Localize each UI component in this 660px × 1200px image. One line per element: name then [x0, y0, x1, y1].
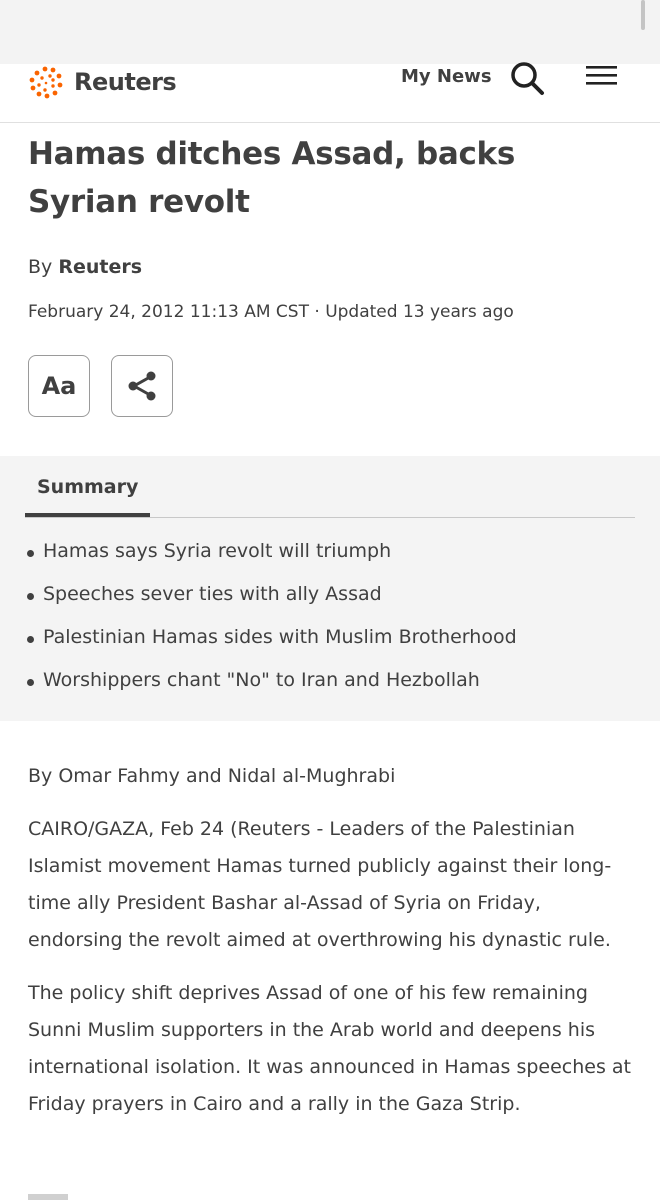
byline-author-link[interactable]: Reuters [58, 256, 142, 278]
brand-name: Reuters [74, 68, 177, 96]
summary-item-text: Speeches sever ties with ally Assad [43, 583, 382, 605]
summary-panel: Summary Hamas says Syria revolt will tri… [0, 456, 660, 721]
tab-summary[interactable]: Summary [37, 476, 138, 498]
summary-item: Speeches sever ties with ally Assad [0, 583, 517, 626]
summary-list: Hamas says Syria revolt will triumph Spe… [0, 540, 517, 712]
summary-item-text: Worshippers chant "No" to Iran and Hezbo… [43, 669, 480, 691]
font-size-button[interactable]: Aa [28, 355, 90, 417]
article-dateline: February 24, 2012 11:13 AM CST · Updated… [28, 302, 514, 322]
menu-button[interactable] [584, 64, 620, 94]
summary-item-text: Palestinian Hamas sides with Muslim Brot… [43, 626, 517, 648]
bottom-divider [28, 1194, 68, 1200]
reuters-logo[interactable]: Reuters [26, 64, 177, 100]
article-paragraph: CAIRO/GAZA, Feb 24 (Reuters - Leaders of… [28, 818, 612, 951]
byline: By Reuters [28, 256, 142, 278]
search-button[interactable] [508, 60, 548, 96]
article-author-line: By Omar Fahmy and Nidal al-Mughrabi [28, 765, 396, 787]
scrollbar-thumb[interactable] [641, 0, 645, 30]
browser-top-strip [0, 0, 660, 64]
summary-item: Palestinian Hamas sides with Muslim Brot… [0, 626, 517, 669]
reuters-logo-icon [29, 66, 63, 99]
summary-item: Worshippers chant "No" to Iran and Hezbo… [0, 669, 517, 712]
site-header: Reuters My News [0, 62, 660, 123]
hamburger-menu-icon [586, 66, 617, 85]
font-size-label: Aa [41, 372, 77, 400]
share-button[interactable] [111, 355, 173, 417]
bullet-icon [27, 636, 34, 643]
my-news-link[interactable]: My News [401, 66, 492, 87]
article-body: By Omar Fahmy and Nidal al-Mughrabi CAIR… [28, 758, 638, 1139]
bullet-icon [27, 679, 34, 686]
summary-item-text: Hamas says Syria revolt will triumph [43, 540, 392, 562]
byline-prefix: By [28, 256, 53, 278]
search-icon [511, 62, 544, 95]
bullet-icon [27, 550, 34, 557]
share-icon [128, 371, 156, 401]
article-headline: Hamas ditches Assad, backs Syrian revolt [28, 136, 516, 220]
article-paragraph: The policy shift deprives Assad of one o… [28, 982, 631, 1115]
summary-divider [25, 517, 635, 518]
bullet-icon [27, 593, 34, 600]
summary-item: Hamas says Syria revolt will triumph [0, 540, 517, 583]
